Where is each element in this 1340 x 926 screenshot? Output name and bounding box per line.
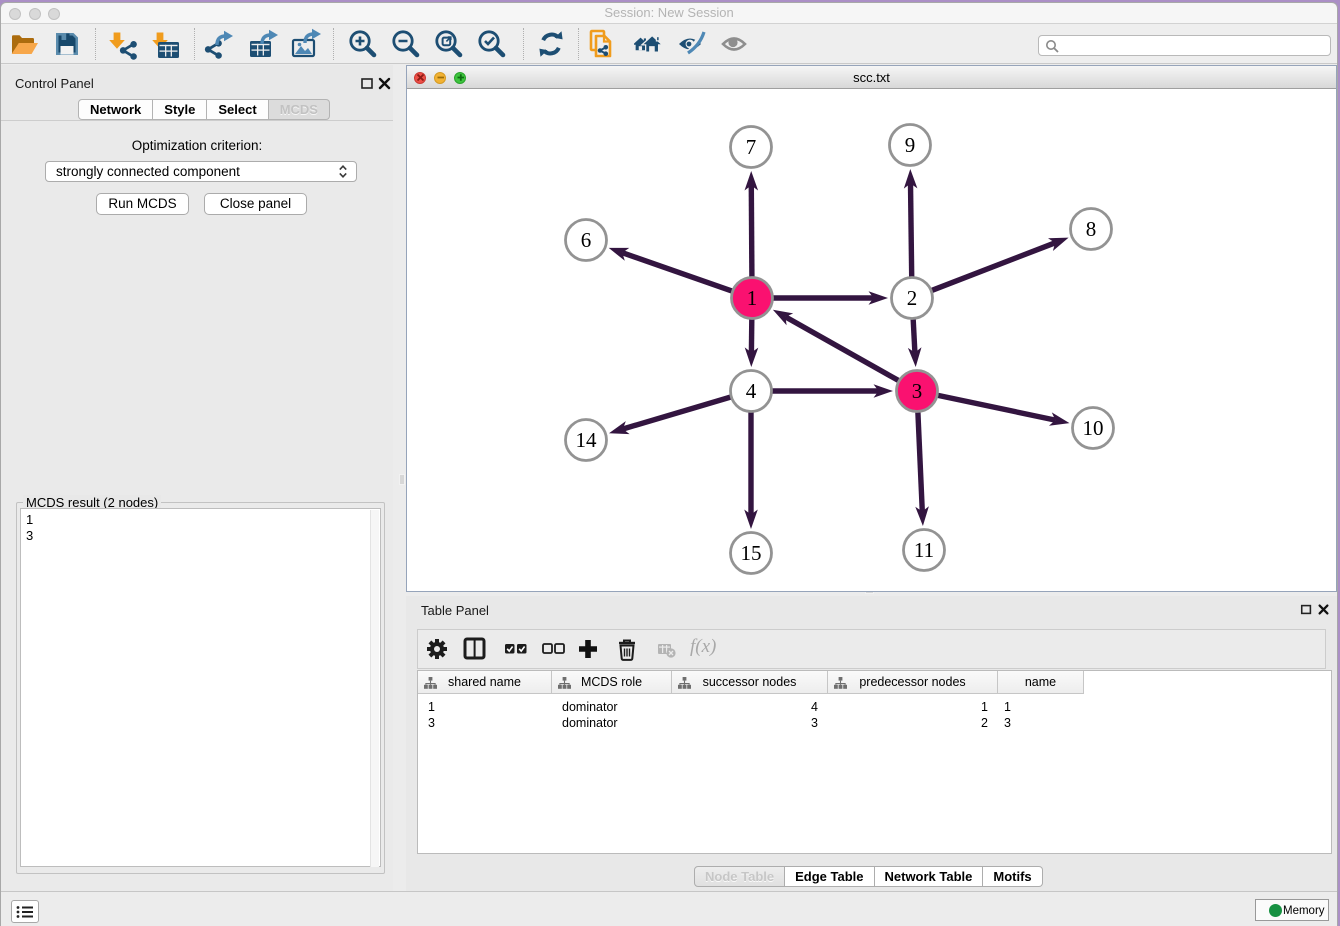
svg-text:10: 10 [1083,416,1104,440]
svg-text:8: 8 [1086,217,1097,241]
svg-text:1: 1 [747,286,758,310]
svg-text:4: 4 [746,379,757,403]
svg-text:14: 14 [576,428,598,452]
svg-text:2: 2 [907,286,918,310]
svg-text:11: 11 [914,538,934,562]
svg-text:15: 15 [741,541,762,565]
svg-text:6: 6 [581,228,592,252]
svg-text:3: 3 [912,379,923,403]
svg-text:9: 9 [905,133,916,157]
svg-text:7: 7 [746,135,757,159]
